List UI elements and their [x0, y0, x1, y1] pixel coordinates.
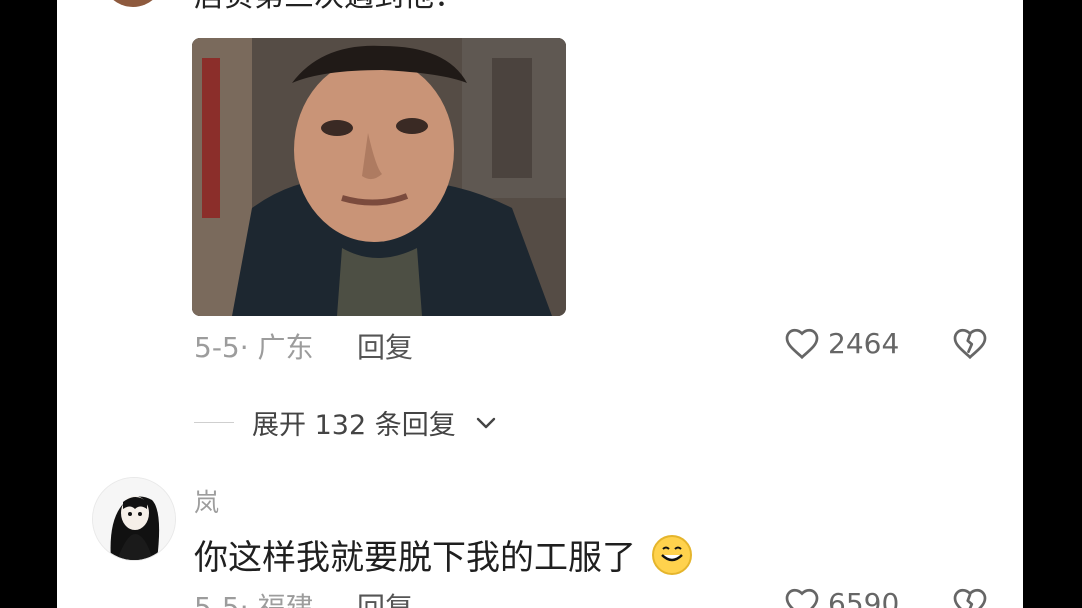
like-count: 6590: [828, 586, 900, 608]
comment-feed-panel: 居负第三次遇到他： 5-5· 广东 回复 2464: [57, 0, 1023, 608]
like-count: 2464: [828, 326, 900, 360]
heart-icon: [784, 586, 820, 608]
broken-heart-icon: [952, 586, 988, 608]
comment-date: 5-5·: [194, 331, 249, 364]
dislike-button[interactable]: [952, 586, 988, 608]
avatar[interactable]: [102, 0, 164, 7]
like-button[interactable]: 2464: [784, 326, 899, 360]
expand-replies[interactable]: 展开 132 条回复: [194, 403, 498, 442]
comment-date: 5-5·: [194, 591, 249, 608]
heart-icon: [784, 326, 820, 360]
expand-replies-label: 展开 132 条回复: [252, 410, 456, 441]
reply-button[interactable]: 回复: [357, 586, 413, 608]
smile-emoji-icon: [651, 534, 693, 585]
dislike-button[interactable]: [952, 326, 988, 360]
comment-location: 福建: [257, 591, 314, 608]
comment-image[interactable]: [192, 38, 566, 316]
comment-location: 广东: [257, 331, 314, 364]
expand-divider: [194, 422, 234, 423]
comment-body: 你这样我就要脱下我的工服了: [194, 538, 636, 578]
avatar[interactable]: [92, 477, 176, 561]
reply-button[interactable]: 回复: [357, 326, 413, 366]
chevron-down-icon: [474, 411, 498, 435]
comment-meta: 5-5· 福建: [194, 586, 314, 608]
comment-text: 你这样我就要脱下我的工服了: [194, 530, 693, 585]
comment-text: 居负第三次遇到他：: [194, 0, 464, 12]
like-button[interactable]: 6590: [784, 586, 899, 608]
broken-heart-icon: [952, 326, 988, 360]
comment-username[interactable]: 岚: [194, 483, 219, 519]
comment-meta: 5-5· 广东: [194, 326, 314, 366]
